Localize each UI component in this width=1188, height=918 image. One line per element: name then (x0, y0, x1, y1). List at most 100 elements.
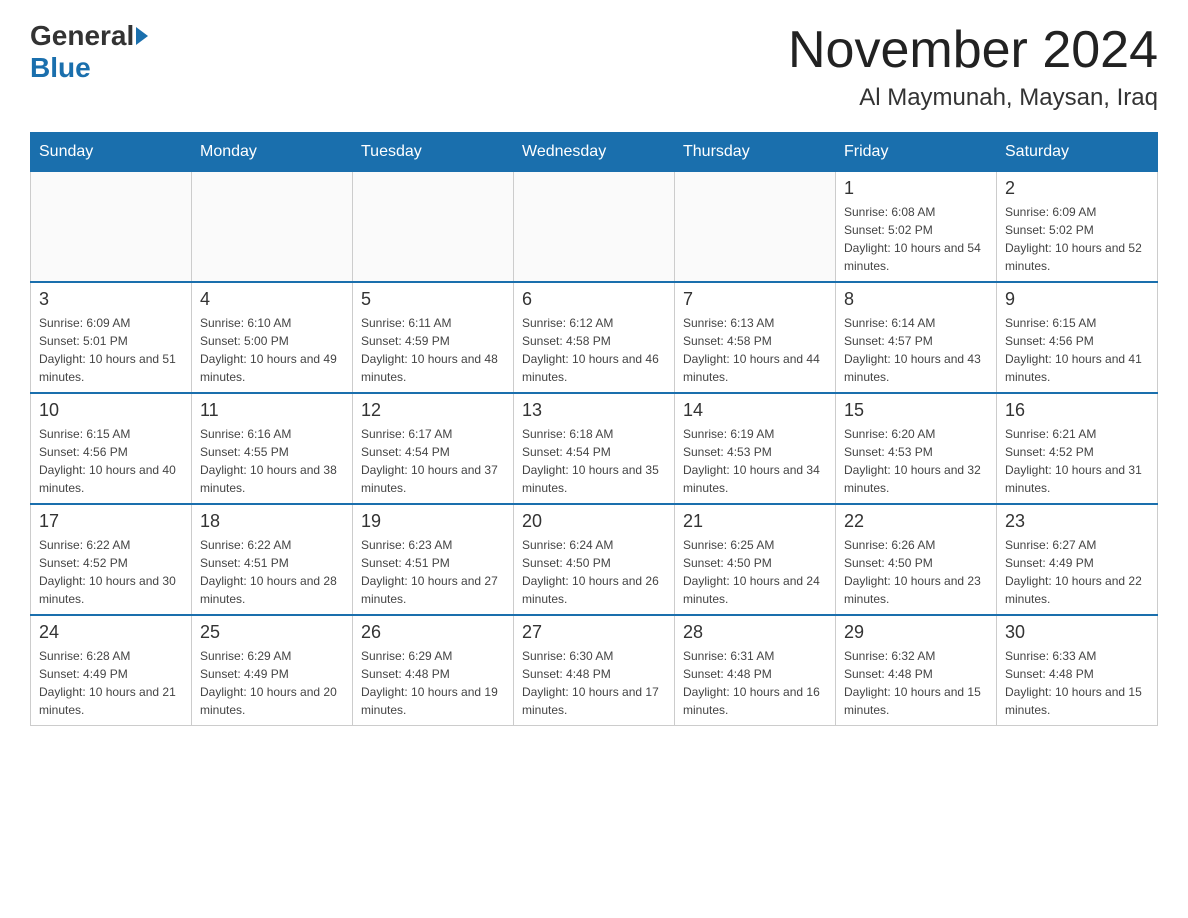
day-info: Sunrise: 6:29 AMSunset: 4:49 PMDaylight:… (200, 647, 344, 719)
day-number: 10 (39, 400, 183, 421)
calendar-day-cell: 21Sunrise: 6:25 AMSunset: 4:50 PMDayligh… (675, 504, 836, 615)
day-info: Sunrise: 6:15 AMSunset: 4:56 PMDaylight:… (1005, 314, 1149, 386)
day-number: 29 (844, 622, 988, 643)
day-of-week-header: Tuesday (353, 133, 514, 172)
day-number: 11 (200, 400, 344, 421)
day-info: Sunrise: 6:21 AMSunset: 4:52 PMDaylight:… (1005, 425, 1149, 497)
calendar-day-cell: 23Sunrise: 6:27 AMSunset: 4:49 PMDayligh… (997, 504, 1158, 615)
day-number: 9 (1005, 289, 1149, 310)
calendar-day-cell: 15Sunrise: 6:20 AMSunset: 4:53 PMDayligh… (836, 393, 997, 504)
calendar-day-cell: 7 Sunrise: 6:13 AMSunset: 4:58 PMDaylight… (675, 282, 836, 393)
day-number: 22 (844, 511, 988, 532)
day-number: 20 (522, 511, 666, 532)
logo-arrow-icon (136, 27, 148, 45)
day-number: 6 (522, 289, 666, 310)
calendar-day-cell: 27 Sunrise: 6:30 AMSunset: 4:48 PMDayligh… (514, 615, 675, 726)
day-info: Sunrise: 6:20 AMSunset: 4:53 PMDaylight:… (844, 425, 988, 497)
day-of-week-header: Thursday (675, 133, 836, 172)
logo-blue-text: Blue (30, 52, 91, 83)
day-info: Sunrise: 6:10 AMSunset: 5:00 PMDaylight:… (200, 314, 344, 386)
day-info: Sunrise: 6:26 AMSunset: 4:50 PMDaylight:… (844, 536, 988, 608)
day-number: 19 (361, 511, 505, 532)
calendar-table: SundayMondayTuesdayWednesdayThursdayFrid… (30, 132, 1158, 726)
calendar-day-cell: 13 Sunrise: 6:18 AMSunset: 4:54 PMDayligh… (514, 393, 675, 504)
calendar-day-cell: 18Sunrise: 6:22 AMSunset: 4:51 PMDayligh… (192, 504, 353, 615)
calendar-day-cell: 20 Sunrise: 6:24 AMSunset: 4:50 PMDayligh… (514, 504, 675, 615)
day-info: Sunrise: 6:13 AMSunset: 4:58 PMDaylight:… (683, 314, 827, 386)
calendar-day-cell: 26 Sunrise: 6:29 AMSunset: 4:48 PMDayligh… (353, 615, 514, 726)
calendar-week-row: 10 Sunrise: 6:15 AMSunset: 4:56 PMDayligh… (31, 393, 1158, 504)
calendar-day-cell (192, 172, 353, 283)
day-of-week-header: Wednesday (514, 133, 675, 172)
calendar-day-cell: 10 Sunrise: 6:15 AMSunset: 4:56 PMDayligh… (31, 393, 192, 504)
day-info: Sunrise: 6:31 AMSunset: 4:48 PMDaylight:… (683, 647, 827, 719)
calendar-day-cell (353, 172, 514, 283)
calendar-day-cell: 9 Sunrise: 6:15 AMSunset: 4:56 PMDaylight… (997, 282, 1158, 393)
day-info: Sunrise: 6:24 AMSunset: 4:50 PMDaylight:… (522, 536, 666, 608)
day-of-week-header: Monday (192, 133, 353, 172)
calendar-day-cell: 22 Sunrise: 6:26 AMSunset: 4:50 PMDayligh… (836, 504, 997, 615)
title-block: November 2024 Al Maymunah, Maysan, Iraq (788, 20, 1158, 112)
day-number: 21 (683, 511, 827, 532)
calendar-title: November 2024 (788, 20, 1158, 80)
day-number: 3 (39, 289, 183, 310)
day-number: 5 (361, 289, 505, 310)
day-number: 16 (1005, 400, 1149, 421)
day-info: Sunrise: 6:30 AMSunset: 4:48 PMDaylight:… (522, 647, 666, 719)
calendar-day-cell: 19Sunrise: 6:23 AMSunset: 4:51 PMDayligh… (353, 504, 514, 615)
day-number: 30 (1005, 622, 1149, 643)
calendar-day-cell: 5 Sunrise: 6:11 AMSunset: 4:59 PMDaylight… (353, 282, 514, 393)
day-info: Sunrise: 6:22 AMSunset: 4:51 PMDaylight:… (200, 536, 344, 608)
calendar-day-cell (514, 172, 675, 283)
day-number: 26 (361, 622, 505, 643)
day-number: 7 (683, 289, 827, 310)
day-number: 8 (844, 289, 988, 310)
calendar-day-cell: 3Sunrise: 6:09 AMSunset: 5:01 PMDaylight… (31, 282, 192, 393)
day-info: Sunrise: 6:18 AMSunset: 4:54 PMDaylight:… (522, 425, 666, 497)
calendar-week-row: 1 Sunrise: 6:08 AMSunset: 5:02 PMDaylight… (31, 172, 1158, 283)
day-info: Sunrise: 6:16 AMSunset: 4:55 PMDaylight:… (200, 425, 344, 497)
page-header: General Blue November 2024 Al Maymunah, … (30, 20, 1158, 112)
day-number: 28 (683, 622, 827, 643)
day-info: Sunrise: 6:28 AMSunset: 4:49 PMDaylight:… (39, 647, 183, 719)
calendar-day-cell: 16 Sunrise: 6:21 AMSunset: 4:52 PMDayligh… (997, 393, 1158, 504)
day-info: Sunrise: 6:11 AMSunset: 4:59 PMDaylight:… (361, 314, 505, 386)
calendar-day-cell: 29 Sunrise: 6:32 AMSunset: 4:48 PMDayligh… (836, 615, 997, 726)
day-info: Sunrise: 6:08 AMSunset: 5:02 PMDaylight:… (844, 203, 988, 275)
day-number: 2 (1005, 178, 1149, 199)
calendar-day-cell: 17 Sunrise: 6:22 AMSunset: 4:52 PMDayligh… (31, 504, 192, 615)
day-info: Sunrise: 6:09 AMSunset: 5:02 PMDaylight:… (1005, 203, 1149, 275)
day-info: Sunrise: 6:19 AMSunset: 4:53 PMDaylight:… (683, 425, 827, 497)
calendar-day-cell (31, 172, 192, 283)
calendar-day-cell: 12 Sunrise: 6:17 AMSunset: 4:54 PMDayligh… (353, 393, 514, 504)
day-info: Sunrise: 6:17 AMSunset: 4:54 PMDaylight:… (361, 425, 505, 497)
calendar-day-cell: 1 Sunrise: 6:08 AMSunset: 5:02 PMDaylight… (836, 172, 997, 283)
day-number: 13 (522, 400, 666, 421)
calendar-header-row: SundayMondayTuesdayWednesdayThursdayFrid… (31, 133, 1158, 172)
day-info: Sunrise: 6:29 AMSunset: 4:48 PMDaylight:… (361, 647, 505, 719)
day-number: 14 (683, 400, 827, 421)
day-number: 27 (522, 622, 666, 643)
calendar-day-cell: 25Sunrise: 6:29 AMSunset: 4:49 PMDayligh… (192, 615, 353, 726)
day-number: 17 (39, 511, 183, 532)
day-info: Sunrise: 6:14 AMSunset: 4:57 PMDaylight:… (844, 314, 988, 386)
day-info: Sunrise: 6:33 AMSunset: 4:48 PMDaylight:… (1005, 647, 1149, 719)
logo: General Blue (30, 20, 148, 84)
calendar-day-cell (675, 172, 836, 283)
calendar-subtitle: Al Maymunah, Maysan, Iraq (788, 84, 1158, 112)
day-of-week-header: Friday (836, 133, 997, 172)
day-info: Sunrise: 6:22 AMSunset: 4:52 PMDaylight:… (39, 536, 183, 608)
day-info: Sunrise: 6:32 AMSunset: 4:48 PMDaylight:… (844, 647, 988, 719)
calendar-day-cell: 6Sunrise: 6:12 AMSunset: 4:58 PMDaylight… (514, 282, 675, 393)
calendar-day-cell: 30 Sunrise: 6:33 AMSunset: 4:48 PMDayligh… (997, 615, 1158, 726)
day-number: 1 (844, 178, 988, 199)
day-number: 23 (1005, 511, 1149, 532)
day-of-week-header: Sunday (31, 133, 192, 172)
logo-general-text: General (30, 20, 134, 52)
day-number: 12 (361, 400, 505, 421)
calendar-week-row: 17 Sunrise: 6:22 AMSunset: 4:52 PMDayligh… (31, 504, 1158, 615)
calendar-week-row: 24Sunrise: 6:28 AMSunset: 4:49 PMDayligh… (31, 615, 1158, 726)
day-number: 4 (200, 289, 344, 310)
day-info: Sunrise: 6:15 AMSunset: 4:56 PMDaylight:… (39, 425, 183, 497)
calendar-day-cell: 24Sunrise: 6:28 AMSunset: 4:49 PMDayligh… (31, 615, 192, 726)
